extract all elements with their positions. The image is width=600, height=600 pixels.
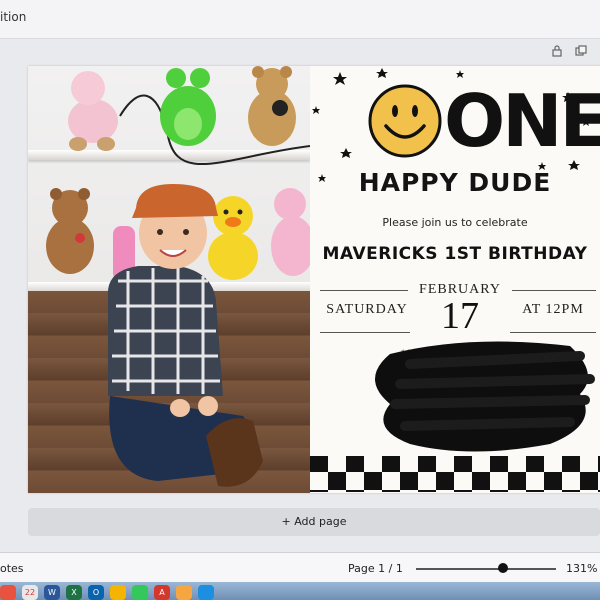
happy-dude-subtitle: HAPPY DUDE — [358, 168, 552, 197]
one-word: ONE — [444, 79, 600, 163]
pink-pig-toy — [68, 71, 118, 151]
date-weekday: SATURDAY — [326, 302, 408, 317]
divider-line — [320, 332, 410, 333]
page-indicator[interactable]: Page 1 / 1 — [348, 562, 403, 575]
editor-status-bar: otes Page 1 / 1 131% — [0, 552, 600, 583]
invitation-card[interactable]: ONE HAPPY DUDE Please join us to celebra… — [310, 66, 600, 493]
duplicate-page-icon[interactable] — [574, 44, 588, 58]
dock-icons: 22 W X O A — [0, 585, 214, 600]
facetime-icon[interactable] — [132, 585, 148, 600]
divider-line — [510, 332, 596, 333]
macos-dock: 22 W X O A — [0, 582, 600, 600]
notes-button[interactable]: otes — [0, 562, 24, 575]
app-title: ition — [0, 10, 27, 24]
pink-elephant-toy — [271, 188, 310, 276]
divider-line — [320, 290, 408, 291]
app-title-bar: ition — [0, 0, 600, 39]
chrome-icon[interactable] — [110, 585, 126, 600]
add-page-button[interactable]: + Add page — [28, 508, 600, 536]
join-us-text: Please join us to celebrate — [382, 216, 528, 229]
zoom-slider[interactable] — [416, 568, 556, 570]
excel-icon[interactable]: X — [66, 585, 82, 600]
page-toolbar — [550, 44, 588, 58]
calendar-icon[interactable]: 22 — [22, 585, 38, 600]
date-block: FEBRUARY SATURDAY 17 AT 12PM — [310, 280, 600, 340]
date-day: 17 — [441, 295, 479, 337]
finder-icon[interactable] — [0, 585, 16, 600]
zoom-slider-thumb[interactable] — [497, 563, 508, 573]
green-frog-toy — [160, 68, 216, 146]
lock-icon[interactable] — [550, 44, 564, 58]
baby-photo[interactable] — [28, 66, 310, 493]
birthday-headline: MAVERICKS 1ST BIRTHDAY — [322, 244, 588, 264]
word-icon[interactable]: W — [44, 585, 60, 600]
brown-bear-toy-top — [248, 66, 296, 146]
photo-illustration — [46, 66, 310, 487]
redaction-scribble — [375, 341, 595, 452]
teddy-bear-toy — [46, 188, 94, 274]
divider-line — [512, 290, 596, 291]
checkered-border — [310, 454, 600, 493]
smiley-face-icon — [368, 84, 442, 158]
design-canvas[interactable]: ONE HAPPY DUDE Please join us to celebra… — [28, 66, 600, 493]
one-heading: ONE — [368, 84, 600, 158]
outlook-icon[interactable]: O — [88, 585, 104, 600]
photos-icon[interactable] — [176, 585, 192, 600]
xcode-icon[interactable] — [198, 585, 214, 600]
date-time: AT 12PM — [522, 302, 584, 317]
zoom-level[interactable]: 131% — [566, 562, 597, 575]
acrobat-icon[interactable]: A — [154, 585, 170, 600]
